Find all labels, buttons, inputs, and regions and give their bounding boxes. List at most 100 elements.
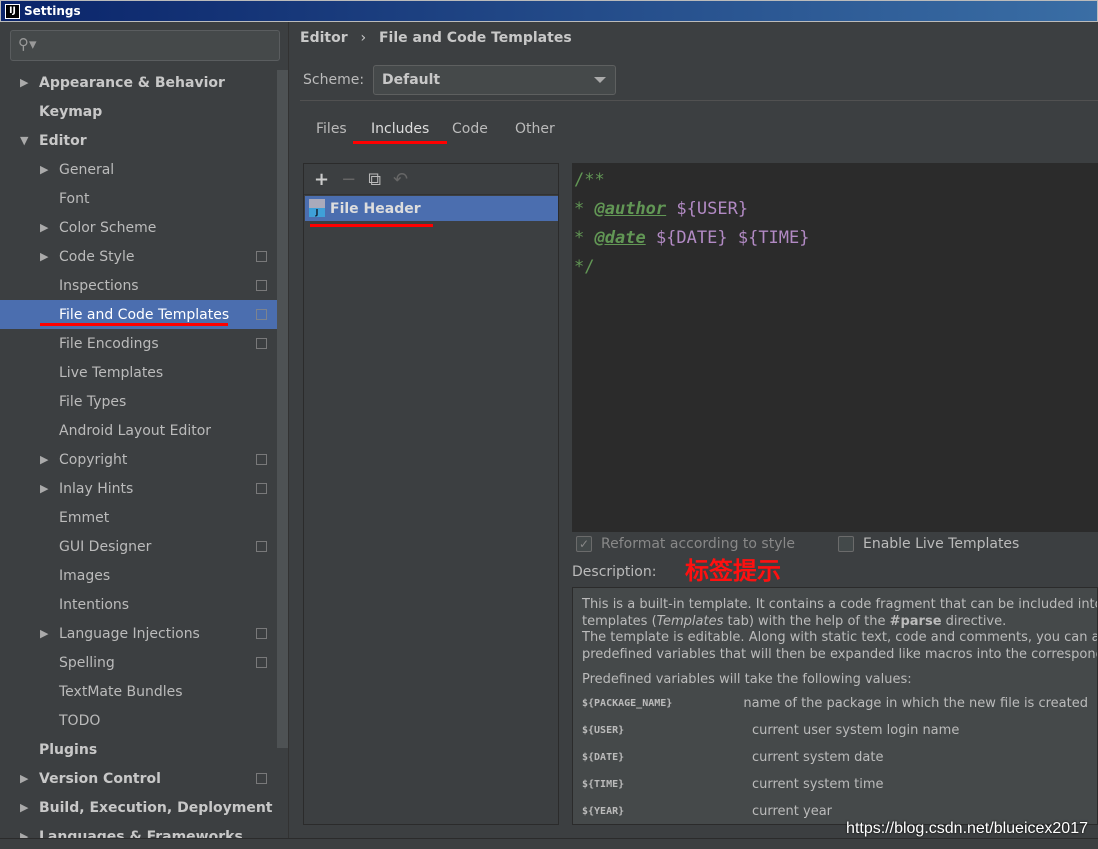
sidebar-item[interactable]: ▶ Inlay Hints	[0, 474, 288, 503]
sidebar-item[interactable]: TODO	[0, 706, 288, 735]
sidebar-item-label: Languages & Frameworks	[39, 828, 243, 839]
sidebar-item[interactable]: ▶ Language Injections	[0, 619, 288, 648]
collapsed-arrow-icon[interactable]: ▶	[40, 221, 48, 234]
sidebar-scrollbar[interactable]	[277, 70, 288, 748]
sidebar-item[interactable]: TextMate Bundles	[0, 677, 288, 706]
code-tag: @author	[594, 199, 667, 219]
sidebar-item-label: Intentions	[59, 596, 130, 613]
description-text: The template is editable. Along with sta…	[582, 630, 1098, 645]
tab-includes[interactable]: Includes	[371, 121, 429, 137]
code-variable: ${DATE}	[655, 228, 728, 248]
sidebar-item-label: Build, Execution, Deployment	[39, 799, 273, 816]
annotation-underline	[310, 224, 433, 227]
sidebar-item[interactable]: Intentions	[0, 590, 288, 619]
tab-other[interactable]: Other	[515, 121, 555, 137]
sidebar-item[interactable]: Inspections	[0, 271, 288, 300]
watermark: https://blog.csdn.net/blueicex2017	[846, 820, 1088, 837]
description-text: This is a built-in template. It contains…	[582, 597, 1098, 612]
scheme-dropdown[interactable]: Default	[373, 65, 616, 95]
collapsed-arrow-icon[interactable]: ▶	[20, 830, 28, 838]
sidebar-item-label: Copyright	[59, 451, 128, 468]
options-row: ✓ Reformat according to style Enable Liv…	[576, 536, 1019, 552]
variable-row: ${USER} current user system login name	[582, 718, 1088, 745]
sidebar-item[interactable]: ▶ Appearance & Behavior	[0, 68, 288, 97]
search-icon: ⚲▾	[18, 35, 37, 53]
sidebar-item-label: Inlay Hints	[59, 480, 134, 497]
reset-icon[interactable]: ↶	[393, 169, 408, 190]
sidebar-item[interactable]: Font	[0, 184, 288, 213]
variable-description: current year	[752, 803, 833, 819]
sidebar-item[interactable]: ▼ Editor	[0, 126, 288, 155]
description-text: templates (Templates tab) with the help …	[582, 613, 1007, 629]
project-settings-icon	[256, 280, 267, 291]
code-comment: *	[574, 199, 585, 219]
window-title: Settings	[24, 4, 81, 18]
sidebar-item-label: TextMate Bundles	[59, 683, 183, 700]
sidebar-item[interactable]: Plugins	[0, 735, 288, 764]
variable-description: current system time	[752, 776, 884, 792]
sidebar-item[interactable]: ▶ Color Scheme	[0, 213, 288, 242]
tab-files[interactable]: Files	[316, 121, 347, 137]
sidebar-item[interactable]: ▶ Build, Execution, Deployment	[0, 793, 288, 822]
breadcrumb-parent[interactable]: Editor	[300, 30, 348, 46]
sidebar-item[interactable]: File Encodings	[0, 329, 288, 358]
sidebar-item[interactable]: ▶ Code Style	[0, 242, 288, 271]
project-settings-icon	[256, 628, 267, 639]
remove-icon[interactable]: −	[341, 169, 356, 190]
sidebar-item-label: Keymap	[39, 103, 103, 120]
breadcrumb: Editor › File and Code Templates	[300, 30, 572, 46]
collapsed-arrow-icon[interactable]: ▶	[20, 76, 28, 89]
description-text: predefined variables that will then be e…	[582, 646, 1097, 662]
collapsed-arrow-icon[interactable]: ▶	[40, 627, 48, 640]
sidebar-item[interactable]: ▶ Version Control	[0, 764, 288, 793]
sidebar-item[interactable]: Emmet	[0, 503, 288, 532]
sidebar-item[interactable]: Live Templates	[0, 358, 288, 387]
project-settings-icon	[256, 251, 267, 262]
template-item-file-header[interactable]: J File Header	[305, 196, 558, 221]
variable-description: name of the package in which the new fil…	[743, 695, 1088, 711]
bottom-bar	[0, 838, 1098, 849]
tab-code[interactable]: Code	[452, 121, 488, 137]
live-templates-checkbox[interactable]	[837, 536, 854, 552]
sidebar-item[interactable]: ▶ Copyright	[0, 445, 288, 474]
search-input[interactable]: ⚲▾	[10, 30, 280, 61]
code-variable: ${TIME}	[737, 228, 810, 248]
collapsed-arrow-icon[interactable]: ▶	[40, 453, 48, 466]
sidebar-item[interactable]: File Types	[0, 387, 288, 416]
template-list-panel: + − ⧉ ↶ J File Header	[303, 163, 559, 825]
add-icon[interactable]: +	[314, 169, 329, 190]
sidebar-item[interactable]: GUI Designer	[0, 532, 288, 561]
sidebar-item-label: Images	[59, 567, 111, 584]
expanded-arrow-icon[interactable]: ▼	[20, 134, 28, 147]
sidebar-item-label: TODO	[59, 712, 101, 729]
variable-name: ${TIME}	[582, 778, 625, 790]
annotation-underline	[353, 141, 447, 144]
sidebar-item[interactable]: ▶ Languages & Frameworks	[0, 822, 288, 839]
sidebar-item[interactable]: ▶ General	[0, 155, 288, 184]
sidebar-item-label: Plugins	[39, 741, 98, 758]
sidebar-item[interactable]: Spelling	[0, 648, 288, 677]
collapsed-arrow-icon[interactable]: ▶	[40, 482, 48, 495]
variable-name: ${DATE}	[582, 751, 625, 763]
sidebar-item-label: Spelling	[59, 654, 115, 671]
java-file-icon: J	[309, 199, 325, 217]
app-icon: IJ	[5, 3, 20, 19]
template-editor[interactable]: /** * @author ${USER} * @date ${DATE} ${…	[572, 163, 1098, 532]
sidebar-item[interactable]: Keymap	[0, 97, 288, 126]
sidebar-item[interactable]: Android Layout Editor	[0, 416, 288, 445]
sidebar-item[interactable]: Images	[0, 561, 288, 590]
collapsed-arrow-icon[interactable]: ▶	[40, 163, 48, 176]
code-comment: *	[574, 228, 585, 248]
description-label: Description:	[572, 564, 657, 580]
copy-icon[interactable]: ⧉	[368, 169, 381, 190]
collapsed-arrow-icon[interactable]: ▶	[40, 250, 48, 263]
project-settings-icon	[256, 454, 267, 465]
collapsed-arrow-icon[interactable]: ▶	[20, 772, 28, 785]
sidebar-item-label: Editor	[39, 132, 87, 149]
project-settings-icon	[256, 338, 267, 349]
collapsed-arrow-icon[interactable]: ▶	[20, 801, 28, 814]
variable-row: ${PACKAGE_NAME} name of the package in wh…	[582, 691, 1088, 718]
reformat-checkbox[interactable]: ✓	[576, 536, 592, 552]
sidebar-item-label: Font	[59, 190, 90, 207]
project-settings-icon	[256, 483, 267, 494]
